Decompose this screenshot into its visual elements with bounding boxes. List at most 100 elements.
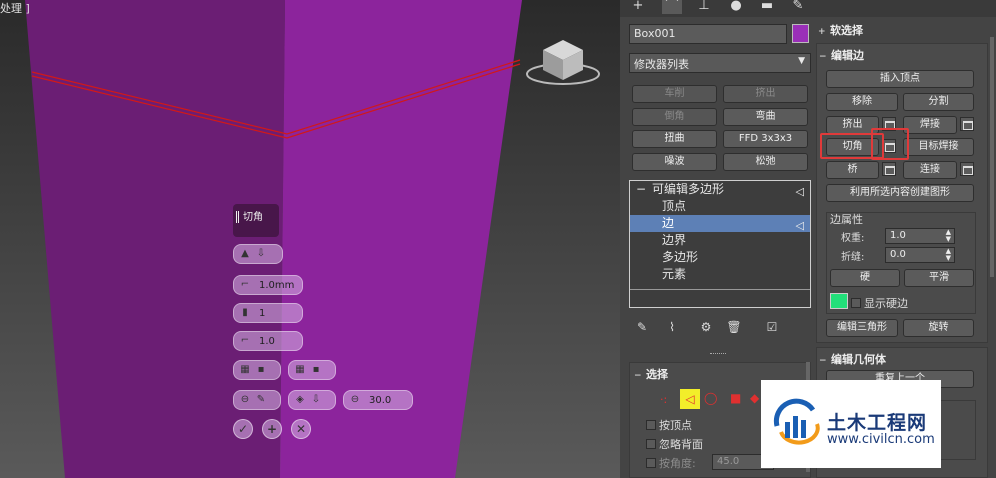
hierarchy-tab-icon[interactable]: ⊥	[694, 0, 714, 14]
edit-triangles-button[interactable]: 编辑三角形	[826, 319, 898, 337]
highlight-chamfer-settings	[871, 128, 909, 160]
stack-item-edge[interactable]: 边 ◁	[630, 215, 810, 232]
configure-sets-icon[interactable]: ☑	[763, 320, 781, 336]
motion-tab-icon[interactable]: ●	[726, 0, 746, 14]
stack-item-border[interactable]: 边界	[630, 232, 810, 249]
chamfer-amount-field[interactable]: ⌐ 1.0mm	[233, 275, 303, 295]
modify-tab-icon[interactable]: ⌒	[662, 0, 682, 14]
stack-item-element[interactable]: 元素	[630, 266, 810, 283]
cylinder-icon: ⊖	[240, 394, 250, 405]
noise-button[interactable]: 噪波	[632, 153, 717, 171]
soft-selection-header[interactable]: + 软选择	[818, 22, 988, 40]
hard-button[interactable]: 硬	[830, 269, 900, 287]
extrude-modifier-button[interactable]: 挤出	[723, 85, 808, 103]
smooth-button[interactable]: 平滑	[904, 269, 974, 287]
insert-vertex-button[interactable]: 插入顶点	[826, 70, 974, 88]
stack-root-item[interactable]: − 可编辑多边形 ◁	[630, 181, 810, 198]
stack-divider	[630, 289, 810, 290]
splitter-handle[interactable]	[710, 353, 726, 355]
bevel-button[interactable]: 倒角	[632, 108, 717, 126]
checkbox-box	[646, 439, 656, 449]
crease-spinner[interactable]: 0.0 ▲ ▼	[885, 247, 955, 263]
hard-edge-color-swatch[interactable]	[830, 293, 848, 309]
open-chamfer-toggle[interactable]: ▦ ▪	[233, 360, 281, 380]
turn-button[interactable]: 旋转	[903, 319, 974, 337]
collapse-icon: −	[634, 371, 642, 381]
expand-minus-icon: −	[636, 182, 647, 196]
chamfer-segments-field[interactable]: ▮ 1	[233, 303, 303, 323]
modifier-stack[interactable]: − 可编辑多边形 ◁ 顶点 边 ◁ 边界 多边形 元素	[629, 180, 811, 308]
bend-button[interactable]: 弯曲	[723, 108, 808, 126]
weld-settings-button[interactable]	[960, 117, 974, 131]
show-end-result-icon[interactable]: ⌇	[663, 320, 681, 336]
chamfer-type-control[interactable]: ▲ ⇩	[233, 244, 283, 264]
by-angle-checkbox[interactable]: 按角度:	[646, 455, 696, 471]
selection-rollout-header[interactable]: − 选择	[634, 366, 668, 384]
element-mode-icon[interactable]: ◆	[750, 391, 759, 405]
chamfer-tension-field[interactable]: ⌐ 1.0	[233, 331, 303, 351]
lathe-button[interactable]: 车削	[632, 85, 717, 103]
pin-stack-icon[interactable]: ✎	[633, 320, 651, 336]
bridge-settings-button[interactable]	[882, 162, 896, 176]
expand-plus-icon: +	[818, 27, 826, 37]
target-weld-button[interactable]: 目标焊接	[903, 138, 974, 156]
relax-button[interactable]: 松弛	[723, 153, 808, 171]
connect-button[interactable]: 连接	[903, 161, 957, 179]
stack-item-label: 元素	[662, 267, 687, 281]
stack-item-label: 多边形	[662, 250, 699, 264]
display-tab-icon[interactable]: ▬	[757, 0, 777, 14]
watermark: 土木工程网 www.civilcn.com	[761, 380, 941, 468]
amount-icon: ⌐	[240, 279, 250, 290]
create-shape-button[interactable]: 利用所选内容创建图形	[826, 184, 974, 202]
quad-chamfer-toggle[interactable]: ▦ ▪	[288, 360, 336, 380]
smooth-threshold-field[interactable]: ⊖ 30.0	[343, 390, 413, 410]
stack-root-label: 可编辑多边形	[652, 182, 725, 196]
weld-button[interactable]: 焊接	[903, 116, 957, 134]
object-color-swatch[interactable]	[792, 24, 809, 43]
create-tab-icon[interactable]: +	[628, 0, 648, 14]
remove-button[interactable]: 移除	[826, 93, 898, 111]
edit-edges-header[interactable]: − 编辑边	[819, 47, 864, 65]
caddy-title-label: 切角	[243, 212, 263, 223]
edit-geometry-title: 编辑几何体	[831, 353, 886, 366]
close-icon: ✕	[295, 422, 307, 436]
smooth-toggle[interactable]: ⊖ ✎	[233, 390, 281, 410]
stack-item-polygon[interactable]: 多边形	[630, 249, 810, 266]
by-vertex-checkbox[interactable]: 按顶点	[646, 417, 692, 433]
stack-item-vertex[interactable]: 顶点	[630, 198, 810, 215]
collapse-icon: −	[819, 52, 827, 62]
border-mode-icon[interactable]: ◯	[704, 391, 717, 405]
object-name-field[interactable]: Box001	[629, 24, 787, 44]
check-icon: ✓	[237, 422, 249, 436]
stack-item-label: 顶点	[662, 199, 687, 213]
crease-label: 折缝:	[841, 252, 865, 263]
right-scrollbar[interactable]	[990, 37, 994, 277]
ok-button[interactable]: ✓	[233, 419, 253, 439]
ffd-button[interactable]: FFD 3x3x3	[723, 130, 808, 148]
twist-button[interactable]: 扭曲	[632, 130, 717, 148]
delete-modifier-icon[interactable]: 🗑	[725, 320, 743, 336]
show-hard-edges-label: 显示硬边	[864, 297, 908, 310]
plus-icon: +	[266, 422, 278, 436]
apply-button[interactable]: +	[262, 419, 282, 439]
polygon-mode-icon[interactable]: ■	[730, 391, 741, 405]
cancel-button[interactable]: ✕	[291, 419, 311, 439]
utilities-tab-icon[interactable]: ✎	[788, 0, 808, 14]
edge-mode-icon[interactable]: ◁	[680, 389, 700, 409]
smooth-type-control[interactable]: ◈ ⇩	[288, 390, 336, 410]
soft-selection-title: 软选择	[830, 24, 863, 37]
grid-icon: ▦	[295, 364, 305, 375]
edit-geometry-header[interactable]: − 编辑几何体	[819, 351, 886, 369]
caddy-title[interactable]: 切角	[233, 204, 279, 237]
checkbox-box	[646, 420, 656, 430]
split-button[interactable]: 分割	[903, 93, 974, 111]
weight-spinner[interactable]: 1.0 ▲ ▼	[885, 228, 955, 244]
ignore-backfacing-checkbox[interactable]: 忽略背面	[646, 436, 703, 452]
show-hard-edges-checkbox[interactable]: 显示硬边	[851, 295, 908, 311]
make-unique-icon[interactable]: ⚙	[697, 320, 715, 336]
connect-settings-button[interactable]	[960, 162, 974, 176]
bridge-button[interactable]: 桥	[826, 161, 879, 179]
modifier-list-dropdown[interactable]: 修改器列表 ▼	[629, 53, 811, 73]
vertex-mode-icon[interactable]: ·:	[660, 393, 667, 406]
viewport[interactable]: 处理 ] 切角 ▲ ⇩ ⌐ 1.0mm ▮ 1 ⌐ 1.0 ▦ ▪ ▦ ▪ ⊖ …	[0, 0, 620, 478]
